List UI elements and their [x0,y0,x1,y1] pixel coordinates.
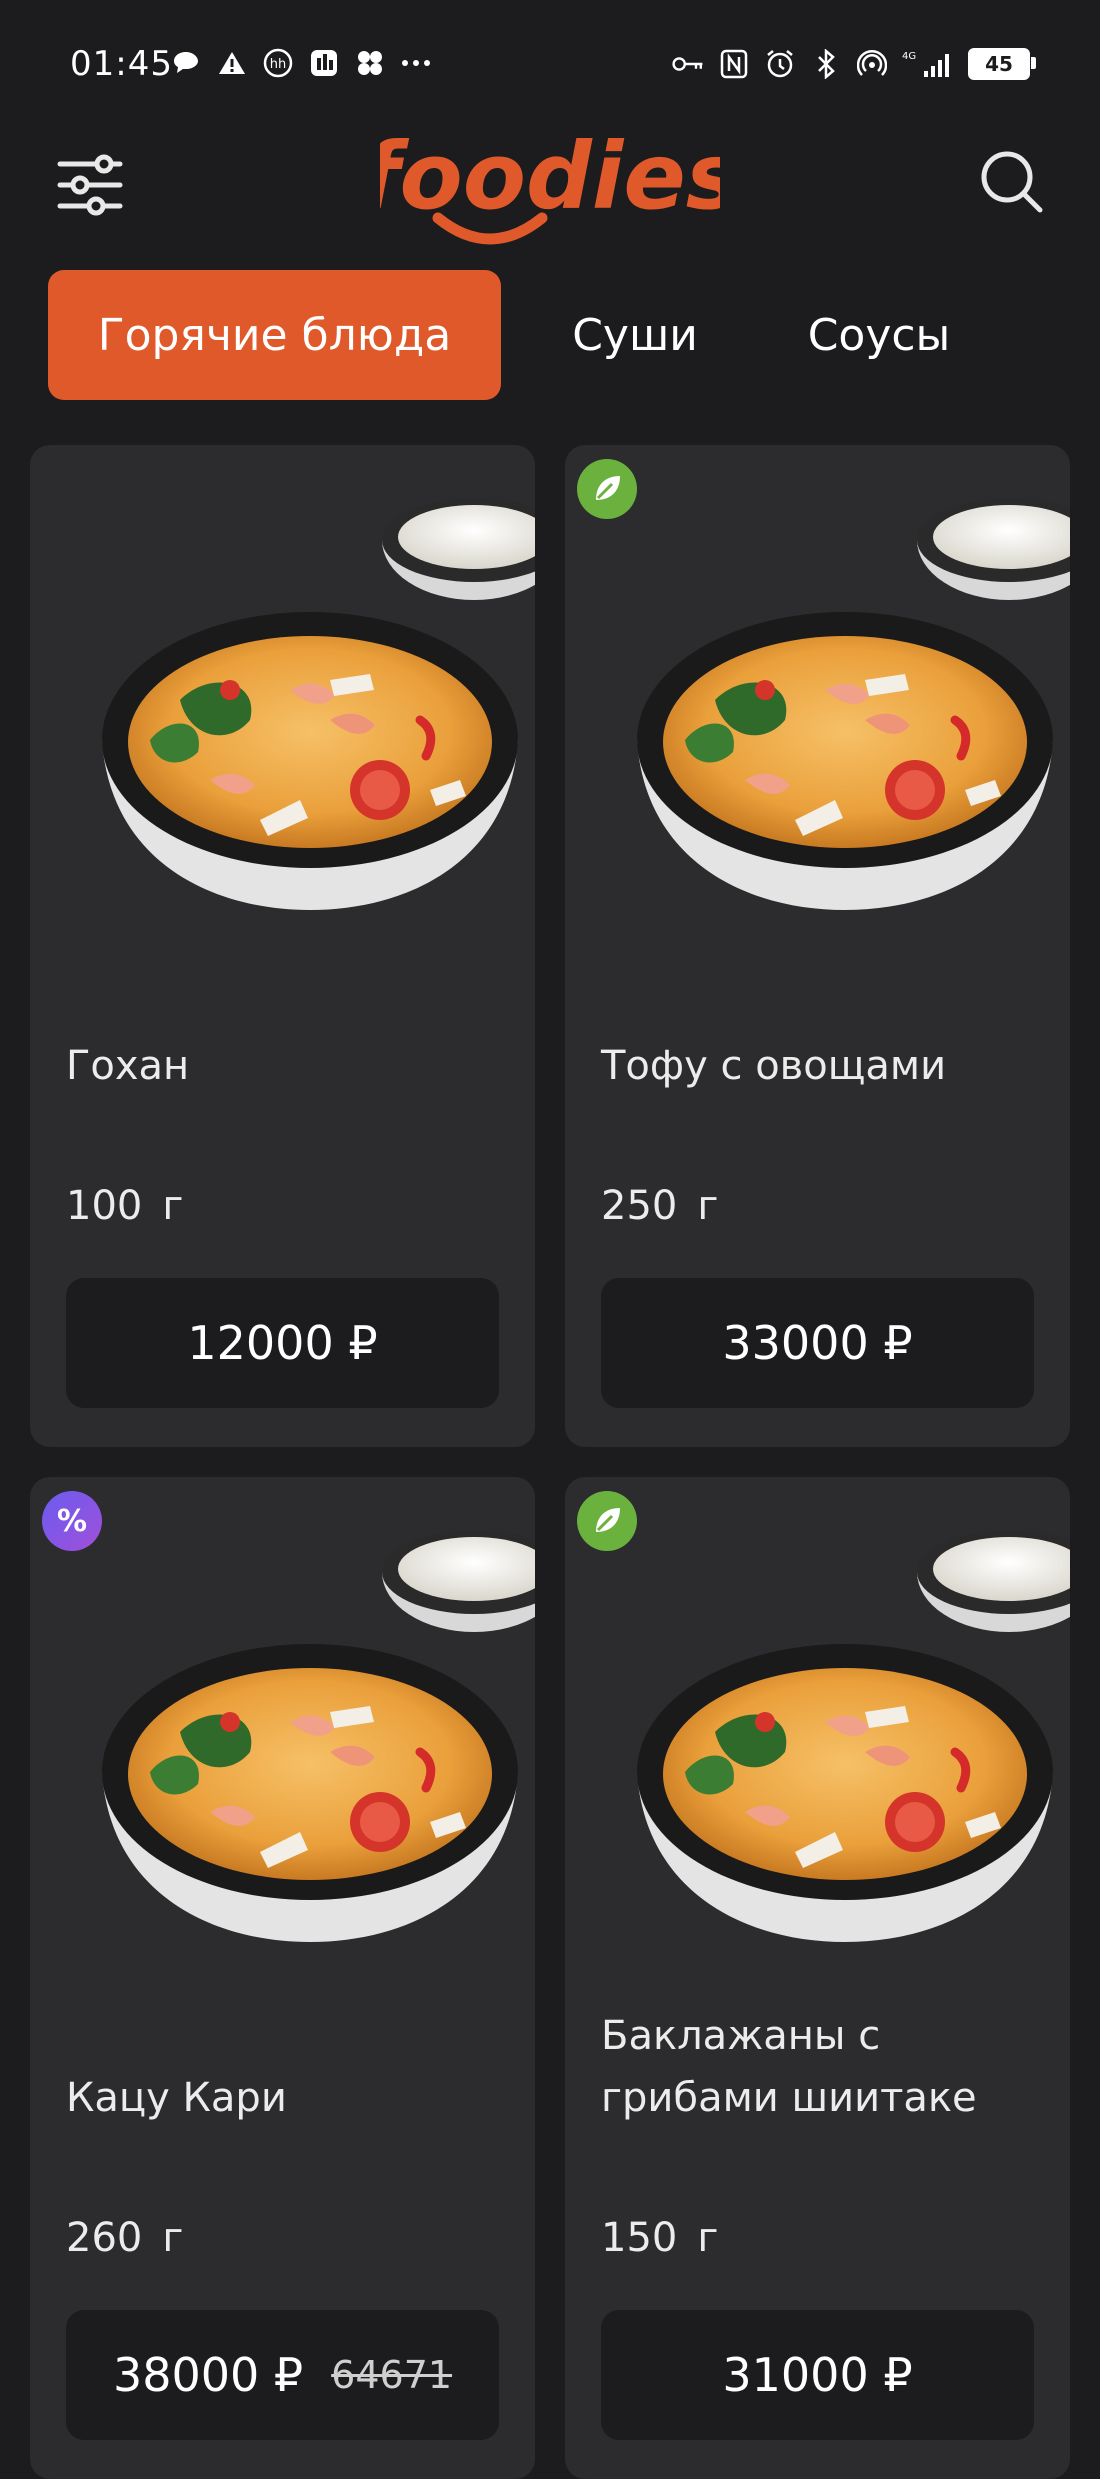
product-name: Тофу с овощами [601,1043,947,1089]
app-icon [308,48,340,78]
product-name: Баклажаны с грибами шиитаке [601,2013,977,2121]
svg-text:hh: hh [270,57,286,72]
dish-image [565,445,1070,965]
product-weight: 250 г [601,1183,719,1229]
price-button[interactable]: 12000 ₽ [66,1278,499,1408]
leaf-icon [577,1491,637,1551]
logo-text: foodies [380,123,720,230]
product-card[interactable]: Гохан 100 г 12000 ₽ [30,445,535,1447]
search-button[interactable] [976,146,1048,218]
price-button[interactable]: 33000 ₽ [601,1278,1034,1408]
product-card[interactable]: Тофу с овощами 250 г 33000 ₽ [565,445,1070,1447]
status-time: 01:45 [70,44,173,84]
signal-icon: 4G [902,49,954,79]
hotspot-icon [856,49,888,79]
product-name: Кацу Кари [66,2075,287,2121]
nfc-icon [718,49,750,79]
category-tabs: Горячие блюда Суши Соусы [48,270,989,400]
status-right-icons: 4G 45 [672,48,1036,80]
battery-icon: 45 [968,48,1036,80]
dish-image [565,1477,1070,1997]
product-weight: 150 г [601,2215,719,2261]
more-icon [400,48,432,78]
price-button[interactable]: 31000 ₽ [601,2310,1034,2440]
filter-menu-button[interactable] [56,150,126,220]
dish-image [30,445,535,965]
search-icon [981,151,1043,213]
current-price: 38000 ₽ [112,2348,304,2402]
alarm-icon [764,49,796,79]
dish-image [30,1477,535,1997]
percent-icon: % [42,1491,102,1551]
status-bar: 01:45 hh 4G 45 [0,0,1100,130]
foodies-logo[interactable]: foodies [360,120,740,260]
apps-icon [354,48,386,78]
key-icon [672,49,704,79]
status-left-icons: hh [170,48,432,78]
price-button[interactable]: 38000 ₽ 64671 [66,2310,499,2440]
product-name: Гохан [66,1043,190,1089]
app-header: foodies [0,120,1100,260]
sliders-icon [57,154,123,216]
product-weight: 100 г [66,1183,184,1229]
tab-sushi[interactable]: Суши [501,270,769,400]
tab-hot-dishes[interactable]: Горячие блюда [48,270,501,400]
product-grid: Гохан 100 г 12000 ₽ Тофу с овощами 250 г 3… [30,445,1070,2479]
bluetooth-icon [810,49,842,79]
hh-icon: hh [262,48,294,78]
product-card[interactable]: % Кацу Кари 260 г 38000 ₽ 64671 [30,1477,535,2479]
product-card[interactable]: Баклажаны с грибами шиитаке 150 г 31000 ₽ [565,1477,1070,2479]
chat-icon [170,48,202,78]
network-label: 4G [902,51,916,62]
old-price: 64671 [331,2353,453,2397]
product-weight: 260 г [66,2215,184,2261]
leaf-icon [577,459,637,519]
tab-sauces[interactable]: Соусы [769,270,989,400]
warning-icon [216,48,248,78]
